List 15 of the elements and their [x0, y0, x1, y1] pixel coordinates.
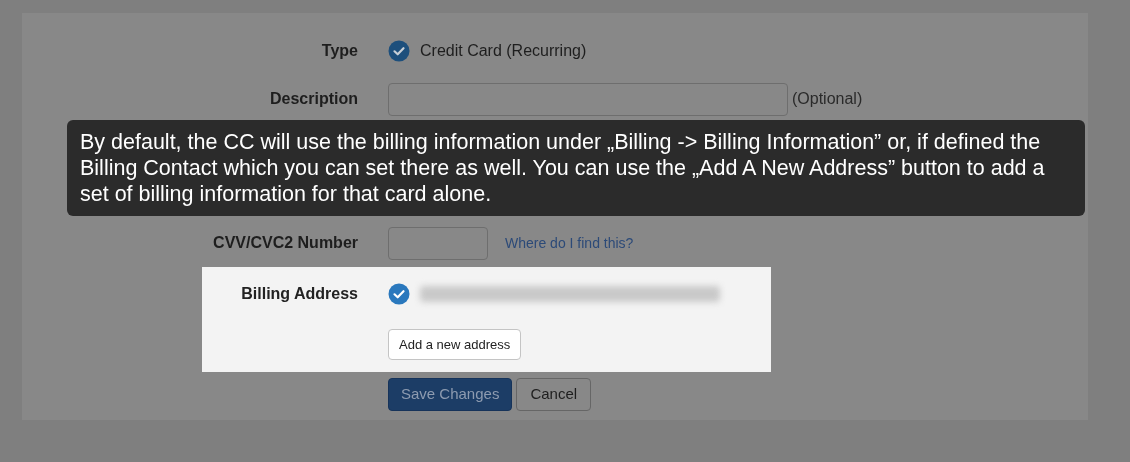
tooltip: By default, the CC will use the billing information under „Billing -> Billing Information” or, if defined the Billing Contact which you can set there as well. You can use the „Add A New Address” button to add a set of billing information for that card alone.: [67, 120, 1085, 216]
field-label: Description: [269, 89, 358, 109]
input-field[interactable]: [388, 226, 488, 260]
field-label: Type: [320, 41, 358, 61]
cancel-button[interactable]: Cancel: [516, 378, 592, 411]
save-button[interactable]: Save Changes: [388, 378, 513, 411]
help-link[interactable]: Where do I find this?: [505, 232, 634, 254]
optional-note: (Optional): [792, 89, 863, 109]
option-label: Credit Card (Recurring): [420, 41, 587, 61]
add-address-button[interactable]: Add a new address: [388, 329, 522, 360]
field-label: CVV/CVC2 Number: [212, 233, 358, 253]
checked-radio-icon[interactable]: [388, 40, 410, 62]
checked-radio-icon[interactable]: [388, 283, 410, 305]
input-field[interactable]: [388, 82, 788, 116]
field-label: Billing Address: [240, 284, 358, 304]
